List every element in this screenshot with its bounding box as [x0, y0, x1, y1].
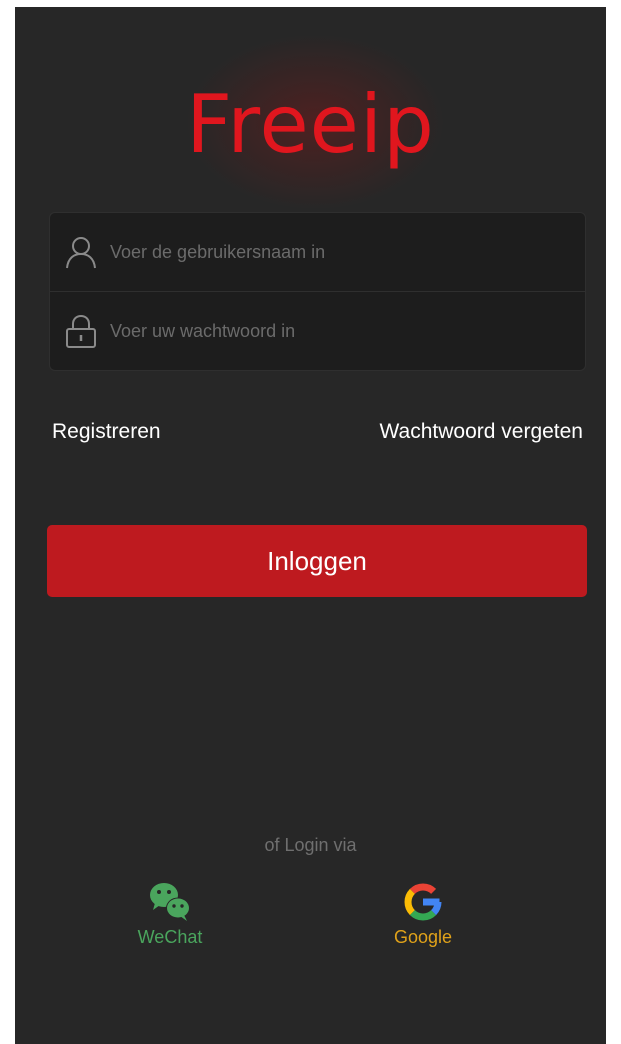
password-input[interactable] [110, 320, 550, 342]
login-form [49, 212, 586, 371]
app-logo: Freeip [186, 78, 435, 171]
login-button-label: Inloggen [267, 545, 367, 576]
user-icon [66, 237, 96, 269]
forgot-password-link[interactable]: Wachtwoord vergeten [380, 419, 584, 445]
wechat-label: WeChat [137, 927, 203, 947]
wechat-icon [150, 883, 190, 921]
password-field[interactable] [50, 292, 585, 370]
google-label: Google [393, 927, 453, 947]
google-login-button[interactable]: Google [363, 879, 483, 948]
login-button[interactable]: Inloggen [47, 525, 587, 597]
lock-icon [66, 314, 96, 348]
google-icon [404, 883, 442, 921]
alt-login-label: of Login via [264, 835, 357, 855]
wechat-login-button[interactable]: WeChat [110, 879, 230, 948]
login-screen: Freeip Registreren Wachtwoord vergeten I… [15, 7, 606, 1044]
register-link[interactable]: Registreren [52, 419, 161, 445]
username-field[interactable] [50, 213, 585, 291]
username-input[interactable] [110, 241, 550, 263]
